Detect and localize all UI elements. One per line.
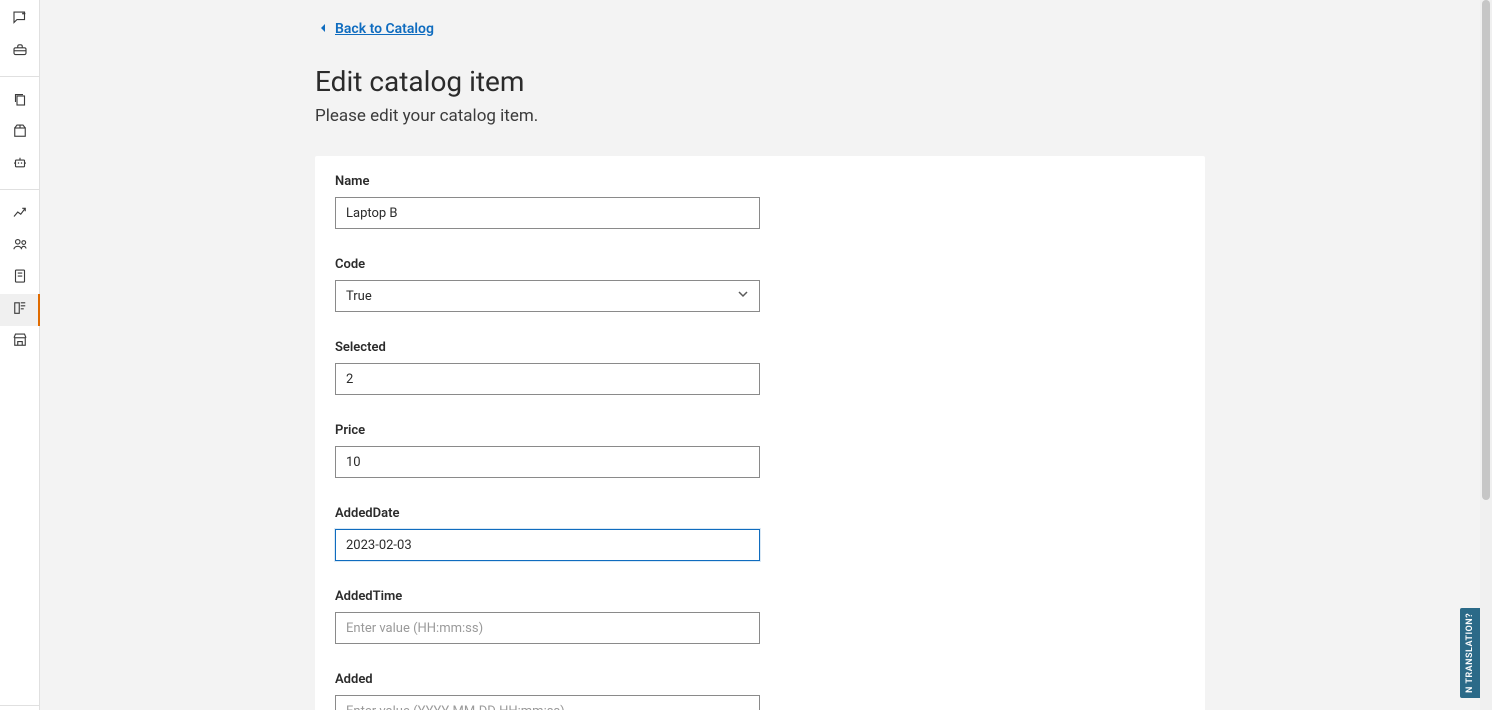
book-icon xyxy=(11,267,29,289)
sidebar-icon-chat[interactable] xyxy=(0,4,40,36)
added-label: Added xyxy=(335,672,760,687)
price-label: Price xyxy=(335,423,760,438)
copy-icon xyxy=(11,90,29,112)
addeddate-input[interactable] xyxy=(335,529,760,561)
sidebar-divider xyxy=(0,76,39,77)
selected-label: Selected xyxy=(335,340,760,355)
users-icon xyxy=(11,235,29,257)
addedtime-label: AddedTime xyxy=(335,589,760,604)
field-code: Code True xyxy=(335,257,760,312)
chart-line-icon xyxy=(11,203,29,225)
sidebar-divider xyxy=(0,189,39,190)
chat-icon xyxy=(11,9,29,31)
chevron-down-icon xyxy=(737,288,749,304)
sidebar-icon-analytics[interactable] xyxy=(0,198,40,230)
form-card: Name Code True Selected Price xyxy=(315,156,1205,710)
scrollbar-track[interactable] xyxy=(1480,0,1492,710)
field-addeddate: AddedDate xyxy=(335,506,760,561)
price-input[interactable] xyxy=(335,446,760,478)
sidebar-icon-package[interactable] xyxy=(0,117,40,149)
code-select[interactable]: True xyxy=(335,280,760,312)
sidebar-icon-bot[interactable] xyxy=(0,149,40,181)
bot-icon xyxy=(11,154,29,176)
field-price: Price xyxy=(335,423,760,478)
added-input[interactable] xyxy=(335,695,760,710)
addedtime-input[interactable] xyxy=(335,612,760,644)
code-label: Code xyxy=(335,257,760,272)
left-sidebar xyxy=(0,0,40,710)
main-content: Back to Catalog Edit catalog item Please… xyxy=(40,0,1480,710)
field-addedtime: AddedTime xyxy=(335,589,760,644)
code-select-value: True xyxy=(346,289,372,304)
sidebar-icon-users[interactable] xyxy=(0,230,40,262)
sidebar-group-top xyxy=(0,0,39,72)
name-input[interactable] xyxy=(335,197,760,229)
back-link-label: Back to Catalog xyxy=(335,21,434,37)
field-name: Name xyxy=(335,174,760,229)
sidebar-icon-book[interactable] xyxy=(0,262,40,294)
scrollbar-thumb[interactable] xyxy=(1482,0,1490,500)
package-icon xyxy=(11,122,29,144)
feedback-tab[interactable]: N TRANSLATION? xyxy=(1460,608,1480,698)
back-to-catalog-link[interactable]: Back to Catalog xyxy=(319,21,434,37)
catalog-icon xyxy=(11,299,29,321)
sidebar-icon-toolbox[interactable] xyxy=(0,36,40,68)
sidebar-group-mid2 xyxy=(0,194,39,362)
toolbox-icon xyxy=(11,41,29,63)
sidebar-icon-catalog[interactable] xyxy=(0,294,40,326)
caret-left-icon xyxy=(319,21,329,37)
page-subtitle: Please edit your catalog item. xyxy=(315,106,1205,126)
name-label: Name xyxy=(335,174,760,189)
addeddate-label: AddedDate xyxy=(335,506,760,521)
page-title: Edit catalog item xyxy=(315,65,1205,98)
sidebar-icon-store[interactable] xyxy=(0,326,40,358)
sidebar-divider-bottom xyxy=(0,705,39,706)
sidebar-icon-copy[interactable] xyxy=(0,85,40,117)
selected-input[interactable] xyxy=(335,363,760,395)
field-selected: Selected xyxy=(335,340,760,395)
field-added: Added xyxy=(335,672,760,710)
sidebar-group-mid1 xyxy=(0,81,39,185)
store-icon xyxy=(11,331,29,353)
